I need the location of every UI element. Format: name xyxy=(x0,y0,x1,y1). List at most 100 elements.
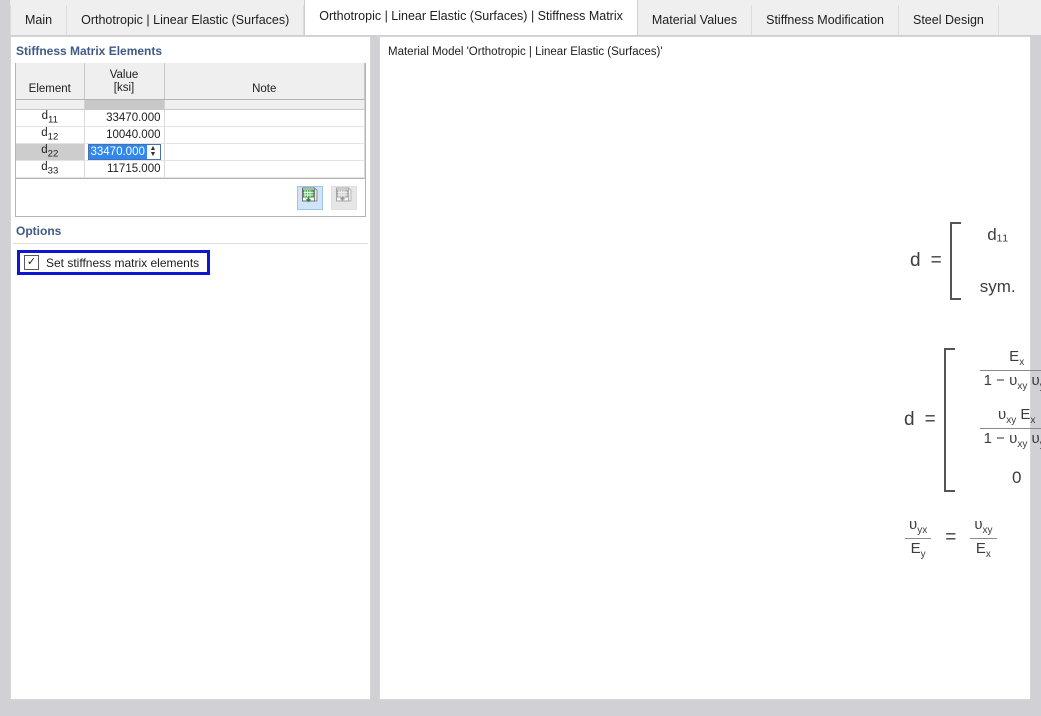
m2-r2c1-num-e: E xyxy=(1020,406,1030,423)
formula2-matrix: Ex 1 − υxy υyx υxy Ey 1 − υxy υyx 0 xyxy=(955,348,1041,492)
formula3-right-den-base: E xyxy=(976,540,986,557)
formula-stiffness-matrix-expanded: d = Ex 1 − υxy υyx υxy Ey xyxy=(904,342,1041,498)
set-stiffness-matrix-elements-label: Set stiffness matrix elements xyxy=(46,256,199,270)
row-label-sub: 12 xyxy=(48,132,59,143)
stepper-down-icon[interactable]: ▼ xyxy=(150,152,157,158)
m2-r2c1-num-nu: υ xyxy=(998,406,1006,423)
formula3-left-num-base: υ xyxy=(909,516,917,533)
m1-r1c1: d₁₁ xyxy=(981,222,1014,248)
strip-element[interactable] xyxy=(16,100,84,110)
m1-r3c1: sym. xyxy=(974,274,1022,300)
column-selection-strip xyxy=(16,100,365,110)
formula3-left-num-sub: yx xyxy=(917,525,927,536)
value-cell-d12[interactable]: 10040.000 xyxy=(84,127,164,144)
row-header-d11[interactable]: d11 xyxy=(16,110,84,127)
grid-header: Element Value [ksi] Note xyxy=(16,63,365,100)
tab-stiffness-matrix[interactable]: Orthotropic | Linear Elastic (Surfaces) … xyxy=(304,0,638,35)
formula3-right: υxy Ex xyxy=(970,516,996,560)
m2-r1c1-den: 1 − υxy υyx xyxy=(980,371,1041,393)
row-header-d12[interactable]: d12 xyxy=(16,127,84,144)
formula3-left-num: υyx xyxy=(905,516,931,538)
value-editor[interactable]: 33470.000 ▲ ▼ xyxy=(88,144,161,160)
table-row[interactable]: d11 33470.000 xyxy=(16,110,365,127)
value-stepper[interactable]: ▲ ▼ xyxy=(147,146,160,158)
note-cell-d22[interactable] xyxy=(164,144,365,161)
bracket-left-icon xyxy=(950,222,961,300)
formula-stiffness-matrix-symbolic: d = d₁₁ d₁₂ 0 d₂₂ 0 sym. d₃₃ xyxy=(910,216,1041,306)
tab-material-values[interactable]: Material Values xyxy=(638,5,752,35)
strip-note[interactable] xyxy=(164,100,365,110)
strip-value-selected[interactable] xyxy=(84,100,164,110)
col-header-note[interactable]: Note xyxy=(164,63,365,100)
formula3-right-num: υxy xyxy=(970,516,996,538)
row-label-sub: 11 xyxy=(48,115,58,126)
m2-r2c1: υxy Ex 1 − υxy υyx xyxy=(980,406,1041,450)
table-row[interactable]: d22 33470.000 ▲ ▼ xyxy=(16,144,365,161)
value-cell-d22-editing[interactable]: 33470.000 ▲ ▼ xyxy=(84,144,164,161)
m2-r2c1-num-nusub: xy xyxy=(1006,415,1016,426)
formula3-equals: = xyxy=(945,527,956,549)
col-header-element-label: Element xyxy=(18,83,82,95)
left-panel: Stiffness Matrix Elements Element xyxy=(10,36,371,700)
note-cell-d33[interactable] xyxy=(164,161,365,178)
col-header-value-unit: [ksi] xyxy=(87,82,162,95)
formula3-right-num-sub: xy xyxy=(983,525,993,536)
stiffness-matrix-grid[interactable]: Element Value [ksi] Note xyxy=(15,63,366,179)
grid-toolbar xyxy=(15,179,366,217)
m2-r2c1-den-base: 1 − υ xyxy=(984,430,1018,447)
formula3-left-den-sub: y xyxy=(921,549,926,560)
formula-poisson-relation: υyx Ey = υxy Ex xyxy=(905,516,997,560)
row-label-sub: 33 xyxy=(48,166,59,177)
checkmark-icon: ✓ xyxy=(27,257,36,268)
value-cell-d11[interactable]: 33470.000 xyxy=(84,110,164,127)
m2-r2c1-den: 1 − υxy υyx xyxy=(980,429,1041,451)
application-window: Main Orthotropic | Linear Elastic (Surfa… xyxy=(0,0,1041,716)
col-header-element[interactable]: Element xyxy=(16,63,84,100)
m2-r2c1-num: υxy Ex xyxy=(994,406,1039,428)
m2-r2c1-num-esub: x xyxy=(1030,415,1035,426)
table-row[interactable]: d33 11715.000 xyxy=(16,161,365,178)
options-body: ✓ Set stiffness matrix elements xyxy=(11,244,370,275)
note-cell-d12[interactable] xyxy=(164,127,365,144)
formula3-right-num-base: υ xyxy=(974,516,982,533)
tab-orthotropic-linear-elastic[interactable]: Orthotropic | Linear Elastic (Surfaces) xyxy=(67,5,304,35)
note-cell-d11[interactable] xyxy=(164,110,365,127)
formula3-left-den: Ey xyxy=(907,539,930,561)
row-header-d33[interactable]: d33 xyxy=(16,161,84,178)
m2-r1c1-den-sub1: xy xyxy=(1017,381,1027,392)
m2-r1c1: Ex 1 − υxy υyx xyxy=(980,348,1041,392)
formula3-left: υyx Ey xyxy=(905,516,931,560)
set-stiffness-matrix-elements-checkbox[interactable]: ✓ xyxy=(24,255,39,270)
formula2-bracket: Ex 1 − υxy υyx υxy Ey 1 − υxy υyx 0 xyxy=(944,342,1041,498)
formula1-bracket: d₁₁ d₁₂ 0 d₂₂ 0 sym. d₃₃ xyxy=(950,216,1041,306)
m1-r2c1 xyxy=(992,258,1004,264)
tab-steel-design[interactable]: Steel Design xyxy=(899,5,999,35)
col-header-note-label: Note xyxy=(167,83,363,95)
row-label-sub: 22 xyxy=(48,149,59,160)
tab-strip: Main Orthotropic | Linear Elastic (Surfa… xyxy=(10,0,1041,36)
spreadsheet-import-button[interactable] xyxy=(297,186,323,210)
tab-stiffness-modification[interactable]: Stiffness Modification xyxy=(752,5,899,35)
m2-r1c1-den-base: 1 − υ xyxy=(984,372,1018,389)
material-model-title: Material Model 'Orthotropic | Linear Ela… xyxy=(380,37,1030,58)
options-title: Options xyxy=(11,217,370,243)
tab-main[interactable]: Main xyxy=(10,5,67,35)
formula1-lhs: d xyxy=(910,250,921,272)
table-row[interactable]: d12 10040.000 xyxy=(16,127,365,144)
m2-r1c1-num-sub: x xyxy=(1019,357,1024,368)
spreadsheet-import-icon xyxy=(301,186,319,209)
right-panel: Material Model 'Orthotropic | Linear Ela… xyxy=(379,36,1031,700)
value-cell-d33[interactable]: 11715.000 xyxy=(84,161,164,178)
formula1-matrix: d₁₁ d₁₂ 0 d₂₂ 0 sym. d₃₃ xyxy=(961,222,1041,300)
col-header-value-label: Value xyxy=(87,69,162,82)
formula2-lhs: d xyxy=(904,409,915,431)
formula1-equals: = xyxy=(931,250,942,272)
formula3-right-den: Ex xyxy=(972,539,995,561)
formula2-equals: = xyxy=(925,409,936,431)
formula3-left-den-base: E xyxy=(911,540,921,557)
col-header-value[interactable]: Value [ksi] xyxy=(84,63,164,100)
row-header-d22[interactable]: d22 xyxy=(16,144,84,161)
set-stiffness-matrix-elements-row[interactable]: ✓ Set stiffness matrix elements xyxy=(17,250,210,275)
m2-r3c1: 0 xyxy=(1006,465,1027,491)
value-editor-input[interactable]: 33470.000 xyxy=(89,145,147,159)
